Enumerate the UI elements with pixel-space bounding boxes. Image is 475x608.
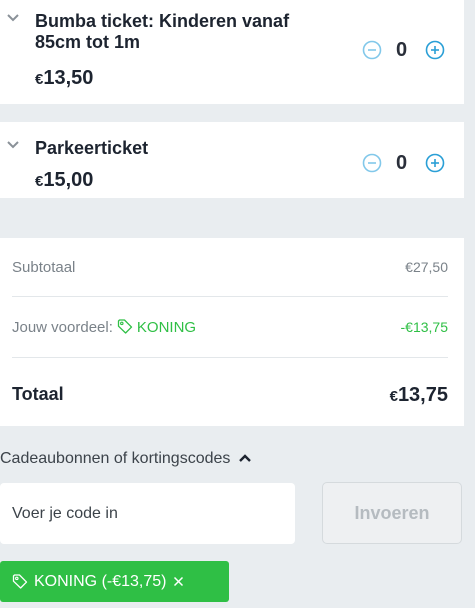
applied-chip-label: KONING (-€13,75) [34, 572, 167, 590]
applied-discount-chip: KONING (-€13,75) [0, 561, 229, 602]
minus-circle-icon[interactable] [362, 40, 382, 60]
quantity-stepper: 0 [362, 38, 447, 62]
close-icon[interactable] [173, 576, 184, 587]
total-label: Totaal [12, 384, 64, 404]
total-value: €13,75 [390, 384, 448, 407]
chevron-up-icon [239, 454, 252, 462]
order-summary: Subtotaal €27,50 Jouw voordeel: KONING -… [0, 238, 464, 426]
discount-value: -€13,75 [400, 319, 448, 335]
ticket-card-parkeerticket: Parkeerticket €15,00 0 [0, 122, 464, 198]
tag-icon [117, 319, 133, 334]
subtotal-row: Subtotaal €27,50 [12, 259, 448, 279]
divider [12, 357, 448, 358]
price-value: 15,00 [43, 169, 94, 191]
chevron-down-icon[interactable] [6, 12, 20, 24]
ticket-price: €15,00 [35, 169, 93, 193]
ticket-name: Bumba ticket: Kinderen vanaf 85cm tot 1m [35, 11, 289, 53]
codes-toggle-label: Cadeaubonnen of kortingscodes [0, 450, 231, 467]
divider [12, 296, 448, 297]
discount-label-text: Jouw voordeel: [12, 319, 113, 336]
gift-card-codes-toggle[interactable]: Cadeaubonnen of kortingscodes [0, 450, 252, 468]
total-amount: 13,75 [397, 384, 448, 406]
ticket-card-bumba: Bumba ticket: Kinderen vanaf 85cm tot 1m… [0, 0, 464, 104]
plus-circle-icon[interactable] [425, 40, 445, 60]
subtotal-label: Subtotaal [12, 259, 76, 276]
apply-code-button[interactable]: Invoeren [322, 482, 462, 544]
quantity-value: 0 [396, 152, 408, 174]
subtotal-value: €27,50 [405, 259, 448, 275]
total-row: Totaal €13,75 [12, 384, 448, 408]
price-value: 13,50 [43, 67, 94, 89]
ticket-name-line: 85cm tot 1m [35, 32, 141, 52]
discount-label: Jouw voordeel: KONING [12, 319, 196, 336]
plus-circle-icon[interactable] [425, 153, 445, 173]
tag-icon [12, 574, 28, 589]
quantity-value: 0 [396, 39, 408, 61]
ticket-name-line: Bumba ticket: Kinderen vanaf [35, 11, 290, 31]
discount-code: KONING [136, 319, 197, 336]
ticket-name: Parkeerticket [35, 138, 149, 158]
chevron-down-icon[interactable] [6, 139, 20, 151]
ticket-price: €13,50 [35, 67, 93, 91]
quantity-stepper: 0 [362, 151, 447, 175]
discount-code-input[interactable] [0, 483, 295, 544]
currency-symbol: € [389, 388, 398, 405]
discount-row: Jouw voordeel: KONING -€13,75 [12, 319, 448, 339]
minus-circle-icon[interactable] [362, 153, 382, 173]
